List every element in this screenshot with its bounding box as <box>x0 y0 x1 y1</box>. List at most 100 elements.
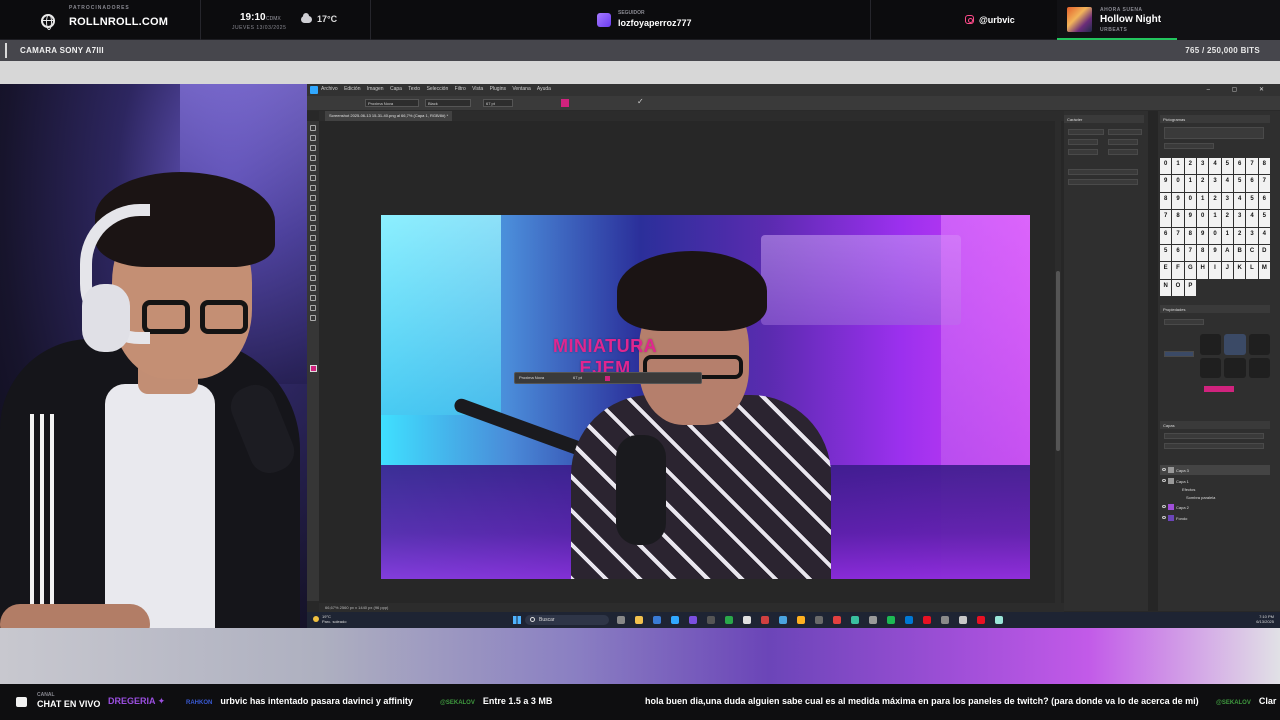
app-icon[interactable] <box>941 616 949 624</box>
glyph-cell[interactable]: A <box>1221 244 1233 262</box>
glyphs-panel-title[interactable]: Pictogramas <box>1160 115 1270 123</box>
eraser-tool-icon[interactable] <box>310 225 316 231</box>
glyph-cell[interactable]: 6 <box>1258 192 1270 210</box>
window-controls[interactable]: – ▢ ✕ <box>1207 86 1274 93</box>
foreground-color-swatch[interactable] <box>310 365 317 372</box>
glyph-cell[interactable]: 5 <box>1233 175 1246 192</box>
glyph-cell[interactable]: 0 <box>1172 175 1184 192</box>
properties-panel-title[interactable]: Propiedades <box>1160 305 1270 313</box>
glyph-cell[interactable]: 2 <box>1221 210 1233 227</box>
glyph-cell[interactable]: 0 <box>1160 158 1172 175</box>
commit-button[interactable]: ✓ <box>637 97 644 106</box>
property-button[interactable] <box>1248 357 1270 378</box>
glyph-cell[interactable]: K <box>1233 262 1246 279</box>
glyph-cell[interactable]: 8 <box>1160 192 1172 210</box>
glyph-cell[interactable]: 1 <box>1221 227 1233 244</box>
glyph-cell[interactable]: 7 <box>1246 158 1258 175</box>
glyph-cell[interactable]: 3 <box>1209 175 1221 192</box>
glyph-cell[interactable]: 2 <box>1184 158 1196 175</box>
spotify-icon[interactable] <box>887 616 895 624</box>
char-font-field[interactable] <box>1068 129 1104 135</box>
dodge-tool-icon[interactable] <box>310 255 316 261</box>
app-icon[interactable] <box>905 616 913 624</box>
obs-icon[interactable] <box>707 616 715 624</box>
glyph-cell[interactable]: 3 <box>1233 210 1246 227</box>
app-icon[interactable] <box>779 616 787 624</box>
zoom-tool-icon[interactable] <box>310 315 316 321</box>
layers-filter[interactable] <box>1164 433 1264 439</box>
layer-item[interactable]: Fondo <box>1160 513 1270 523</box>
app-icon[interactable] <box>869 616 877 624</box>
menu-help[interactable]: Ayuda <box>537 86 551 92</box>
eye-icon[interactable] <box>1162 516 1166 519</box>
glyph-cell[interactable]: 7 <box>1258 175 1270 192</box>
glyph-cell[interactable]: 3 <box>1221 192 1233 210</box>
eye-icon[interactable] <box>1162 505 1166 508</box>
layer-item[interactable]: Capa 2 <box>1160 502 1270 512</box>
menu-filter[interactable]: Filtro <box>455 86 466 92</box>
glyph-cell[interactable]: 9 <box>1184 210 1196 227</box>
char-tracking-field[interactable] <box>1068 149 1098 155</box>
taskbar-search[interactable]: Buscar <box>525 615 609 625</box>
menu-image[interactable]: Imagen <box>367 86 384 92</box>
property-button[interactable] <box>1224 334 1246 355</box>
glyph-cell[interactable]: H <box>1196 262 1209 279</box>
property-button[interactable] <box>1200 334 1222 355</box>
glyph-cell[interactable]: 4 <box>1209 158 1221 175</box>
font-family-select[interactable]: Proxima Nova <box>365 99 419 107</box>
glyph-cell[interactable]: 3 <box>1246 227 1258 244</box>
glyph-cell[interactable]: 9 <box>1172 192 1184 210</box>
glyph-cell[interactable]: 9 <box>1209 244 1221 262</box>
glyph-cell[interactable]: M <box>1258 262 1270 279</box>
align-button[interactable] <box>1164 351 1194 357</box>
glyph-cell[interactable]: 0 <box>1196 210 1209 227</box>
glyph-cell[interactable]: 0 <box>1184 192 1196 210</box>
app-icon[interactable] <box>995 616 1003 624</box>
edge-icon[interactable] <box>653 616 661 624</box>
glyph-grid[interactable]: 0123456789012345678901234567890123456789… <box>1160 158 1270 296</box>
glyph-cell[interactable]: 5 <box>1221 158 1233 175</box>
glyph-cell[interactable]: L <box>1246 262 1258 279</box>
glyph-cell[interactable]: 8 <box>1196 244 1209 262</box>
eyedropper-tool-icon[interactable] <box>310 175 316 181</box>
app-icon[interactable] <box>851 616 859 624</box>
marquee-tool-icon[interactable] <box>310 135 316 141</box>
property-button[interactable] <box>1200 357 1222 378</box>
glyph-cell[interactable]: 6 <box>1172 244 1184 262</box>
glyph-cell[interactable]: I <box>1209 262 1221 279</box>
photoshop-icon[interactable] <box>671 616 679 624</box>
glyph-cell[interactable]: 4 <box>1246 210 1258 227</box>
glyph-cell[interactable]: 1 <box>1172 158 1184 175</box>
app-icon[interactable] <box>977 616 985 624</box>
contextual-font[interactable]: Proxima Nova <box>519 375 544 380</box>
glyph-cell[interactable]: F <box>1172 262 1184 279</box>
glyph-cell[interactable]: 1 <box>1196 192 1209 210</box>
properties-color[interactable] <box>1204 386 1234 392</box>
menu-select[interactable]: Selección <box>427 86 449 92</box>
glyph-cell[interactable]: 4 <box>1221 175 1233 192</box>
glyph-cell[interactable]: 4 <box>1233 192 1246 210</box>
document-tab[interactable]: Screenshot 2025-06-13 15-31-40.png al 66… <box>325 111 453 121</box>
crop-tool-icon[interactable] <box>310 165 316 171</box>
glyph-cell[interactable]: B <box>1233 244 1246 262</box>
menu-view[interactable]: Vista <box>472 86 483 92</box>
char-color-field[interactable] <box>1108 149 1138 155</box>
contextual-size[interactable]: 67 pt <box>573 375 582 380</box>
discord-icon[interactable] <box>689 616 697 624</box>
glyph-cell[interactable]: D <box>1258 244 1270 262</box>
glyph-cell[interactable]: 6 <box>1233 158 1246 175</box>
history-brush-icon[interactable] <box>310 215 316 221</box>
menu-window[interactable]: Ventana <box>512 86 530 92</box>
font-weight-select[interactable]: Black <box>425 99 471 107</box>
glyph-cell[interactable]: 5 <box>1258 210 1270 227</box>
canvas-area[interactable]: MINIATURA EJEM Proxima Nova 67 pt <box>319 121 1064 603</box>
move-tool-icon[interactable] <box>310 125 316 131</box>
healing-tool-icon[interactable] <box>310 185 316 191</box>
select-tool-icon[interactable] <box>310 155 316 161</box>
hand-tool-icon[interactable] <box>310 305 316 311</box>
glyph-cell[interactable]: N <box>1160 279 1172 296</box>
app-icon[interactable] <box>923 616 931 624</box>
brush-tool-icon[interactable] <box>310 195 316 201</box>
type-tool-icon[interactable] <box>310 275 316 281</box>
task-view-icon[interactable] <box>617 616 625 624</box>
